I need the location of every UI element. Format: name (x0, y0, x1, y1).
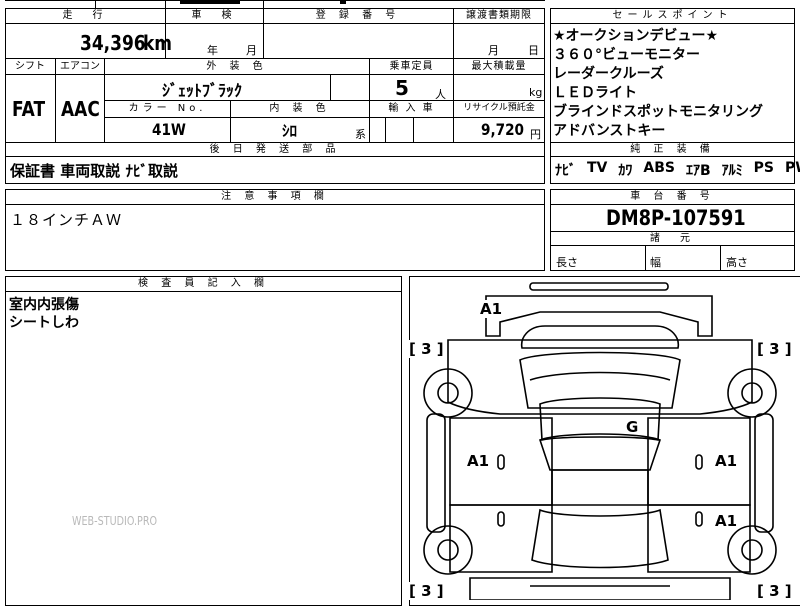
diagram-tire-fl-mark: [ 3 ] (409, 340, 444, 358)
car-diagram (409, 282, 791, 600)
diagram-right-front-door-mark: A1 (715, 452, 738, 470)
diagram-center-mark: G (626, 418, 639, 436)
diagram-tire-rl-mark: [ 3 ] (409, 582, 444, 600)
diagram-right-rear-door-mark: A1 (715, 512, 738, 530)
diagram-tire-rr-mark: [ 3 ] (757, 582, 792, 600)
diagram-roof-mark: A1 (480, 300, 503, 318)
diagram-tire-fr-mark: [ 3 ] (757, 340, 792, 358)
diagram-left-front-door-mark: A1 (467, 452, 490, 470)
